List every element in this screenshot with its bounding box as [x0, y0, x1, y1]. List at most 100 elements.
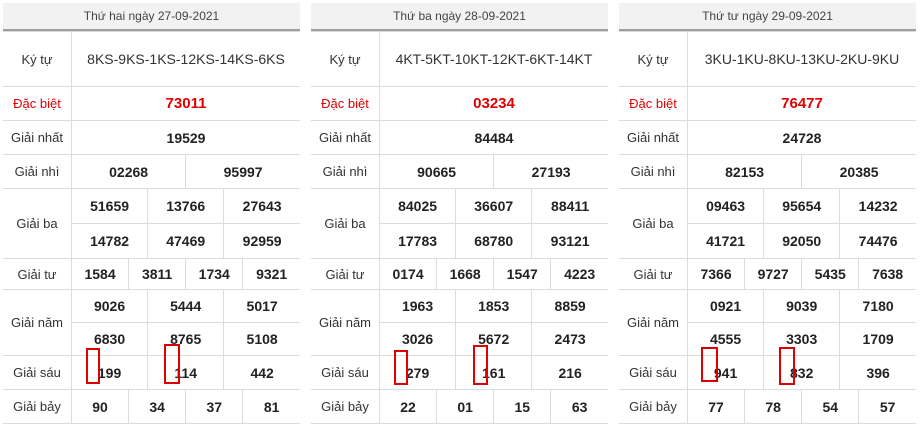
row-label-giai-bay: Giải bảy — [311, 389, 380, 424]
fourth-prize-value: 7366 — [686, 258, 746, 290]
third-prize-value: 88411 — [531, 188, 608, 224]
fifth-prize-value: 5444 — [147, 289, 225, 323]
seventh-prize-value: 81 — [242, 389, 300, 424]
row-label-giai-nhat: Giải nhất — [619, 120, 688, 155]
seventh-prize-value: 37 — [185, 389, 244, 424]
fourth-prize-value: 5435 — [801, 258, 860, 290]
result-panel-1: Thứ hai ngày 27-09-2021 Ký tự 8KS-9KS-1K… — [3, 3, 300, 424]
row-label-giai-sau: Giải sáu — [3, 355, 72, 390]
sixth-prize-value: 832 — [763, 355, 841, 390]
row-label-dac-biet: Đặc biệt — [3, 86, 72, 121]
second-prize-value: 27193 — [493, 154, 608, 189]
seventh-prize-value: 77 — [686, 389, 746, 424]
fifth-prize-value: 7180 — [839, 289, 916, 323]
second-prize-value: 90665 — [378, 154, 495, 189]
row-label-giai-ba: Giải ba — [619, 188, 688, 259]
seventh-prize-value: 57 — [858, 389, 916, 424]
first-prize-value: 84484 — [379, 120, 608, 155]
second-prize-value: 20385 — [801, 154, 916, 189]
row-label-giai-ba: Giải ba — [3, 188, 72, 259]
third-prize-value: 13766 — [147, 188, 225, 224]
fifth-prize-value: 4555 — [687, 322, 765, 356]
fifth-prize-value: 3026 — [379, 322, 457, 356]
second-prize-value: 95997 — [185, 154, 300, 189]
row-label-giai-bay: Giải bảy — [619, 389, 688, 424]
fifth-prize-value: 1709 — [839, 322, 916, 356]
row-label-giai-nhat: Giải nhất — [311, 120, 380, 155]
fourth-prize-value: 1584 — [70, 258, 130, 290]
row-label-giai-sau: Giải sáu — [311, 355, 380, 390]
third-prize-value: 92050 — [763, 223, 841, 259]
fourth-prize-value: 1547 — [493, 258, 552, 290]
third-prize-value: 51659 — [70, 188, 149, 224]
third-prize-value: 68780 — [455, 223, 533, 259]
fifth-prize-value: 8765 — [147, 322, 225, 356]
fourth-prize-value: 7638 — [858, 258, 916, 290]
third-prize-value: 92959 — [223, 223, 300, 259]
result-panel-3: Thứ tư ngày 29-09-2021 Ký tự 3KU-1KU-8KU… — [619, 3, 916, 424]
third-prize-value: 47469 — [147, 223, 225, 259]
sixth-prize-value: 161 — [455, 355, 533, 390]
ky-tu-value: 4KT-5KT-10KT-12KT-6KT-14KT — [379, 31, 608, 87]
panel-header: Thứ hai ngày 27-09-2021 — [3, 3, 300, 31]
seventh-prize-value: 34 — [128, 389, 187, 424]
row-label-dac-biet: Đặc biệt — [311, 86, 380, 121]
second-prize-value: 82153 — [686, 154, 803, 189]
row-label-giai-ba: Giải ba — [311, 188, 380, 259]
fourth-prize-value: 1734 — [185, 258, 244, 290]
result-table: Ký tự 3KU-1KU-8KU-13KU-2KU-9KU Đặc biệt … — [619, 31, 916, 424]
first-prize-value: 19529 — [71, 120, 300, 155]
seventh-prize-value: 78 — [744, 389, 803, 424]
panel-header: Thứ ba ngày 28-09-2021 — [311, 3, 608, 31]
third-prize-value: 84025 — [378, 188, 457, 224]
fifth-prize-value: 1853 — [455, 289, 533, 323]
fifth-prize-value: 5108 — [223, 322, 300, 356]
seventh-prize-value: 01 — [436, 389, 495, 424]
special-prize-value: 73011 — [71, 86, 300, 121]
result-panel-2: Thứ ba ngày 28-09-2021 Ký tự 4KT-5KT-10K… — [311, 3, 608, 424]
row-label-giai-nhat: Giải nhất — [3, 120, 72, 155]
fifth-prize-value: 2473 — [531, 322, 608, 356]
fifth-prize-value: 5672 — [455, 322, 533, 356]
third-prize-value: 74476 — [839, 223, 916, 259]
fifth-prize-value: 0921 — [686, 289, 765, 323]
fifth-prize-value: 9039 — [763, 289, 841, 323]
row-label-giai-nam: Giải năm — [619, 289, 688, 356]
seventh-prize-value: 15 — [493, 389, 552, 424]
row-label-dac-biet: Đặc biệt — [619, 86, 688, 121]
special-prize-value: 03234 — [379, 86, 608, 121]
result-table: Ký tự 4KT-5KT-10KT-12KT-6KT-14KT Đặc biệ… — [311, 31, 608, 424]
sixth-prize-value: 216 — [531, 355, 608, 390]
third-prize-value: 17783 — [379, 223, 457, 259]
third-prize-value: 95654 — [763, 188, 841, 224]
special-prize-value: 76477 — [687, 86, 916, 121]
fourth-prize-value: 4223 — [550, 258, 608, 290]
row-label-giai-tu: Giải tư — [619, 258, 688, 290]
sixth-prize-value: 941 — [686, 355, 765, 390]
first-prize-value: 24728 — [687, 120, 916, 155]
fifth-prize-value: 5017 — [223, 289, 300, 323]
sixth-prize-value: 396 — [839, 355, 916, 390]
sixth-prize-value: 114 — [147, 355, 225, 390]
fifth-prize-value: 6830 — [71, 322, 149, 356]
row-label-giai-nhi: Giải nhì — [619, 154, 688, 189]
row-label-giai-nam: Giải năm — [311, 289, 380, 356]
fifth-prize-value: 1963 — [378, 289, 457, 323]
third-prize-value: 41721 — [687, 223, 765, 259]
fourth-prize-value: 9321 — [242, 258, 300, 290]
row-label-giai-nhi: Giải nhì — [311, 154, 380, 189]
third-prize-value: 14232 — [839, 188, 916, 224]
second-prize-value: 02268 — [70, 154, 187, 189]
seventh-prize-value: 63 — [550, 389, 608, 424]
row-label-ky-tu: Ký tự — [311, 31, 380, 87]
sixth-prize-value: 442 — [223, 355, 300, 390]
third-prize-value: 27643 — [223, 188, 300, 224]
sixth-prize-value: 279 — [378, 355, 457, 390]
fifth-prize-value: 8859 — [531, 289, 608, 323]
sixth-prize-value: 199 — [70, 355, 149, 390]
row-label-giai-nhi: Giải nhì — [3, 154, 72, 189]
third-prize-value: 93121 — [531, 223, 608, 259]
third-prize-value: 09463 — [686, 188, 765, 224]
row-label-giai-tu: Giải tư — [3, 258, 72, 290]
fifth-prize-value: 9026 — [70, 289, 149, 323]
